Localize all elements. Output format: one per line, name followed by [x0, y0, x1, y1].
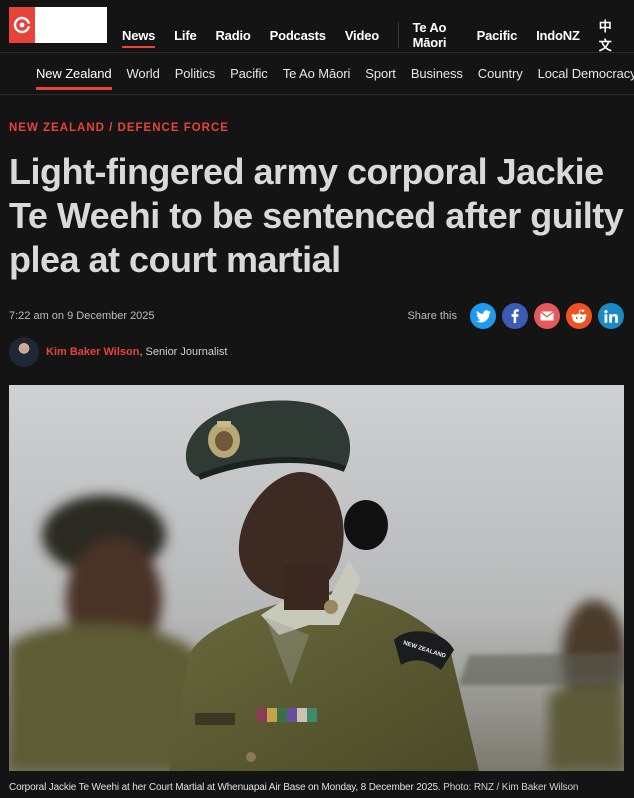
photo-credit: Photo: RNZ / Kim Baker Wilson [440, 782, 579, 793]
logo-mark-icon [9, 7, 35, 43]
nav-chinese[interactable]: 中文 [599, 16, 615, 54]
article-kicker[interactable]: NEW ZEALAND / DEFENCE FORCE [9, 122, 229, 134]
nav-separator [397, 22, 399, 48]
caption-text: Corporal Jackie Te Weehi at her Court Ma… [9, 782, 441, 793]
section-business[interactable]: Business [411, 66, 463, 81]
nav-te-ao-maori[interactable]: Te Ao Māori [413, 20, 458, 50]
nav-video[interactable]: Video [345, 28, 379, 43]
top-bar: News Life Radio Podcasts Video Te Ao Māo… [0, 0, 634, 54]
nav-radio[interactable]: Radio [215, 28, 250, 43]
divider [0, 94, 634, 95]
share-bar: Share this [407, 303, 624, 329]
twitter-icon[interactable] [470, 303, 496, 329]
article-photo[interactable]: NEW ZEALAND [9, 385, 624, 771]
nav-podcasts[interactable]: Podcasts [270, 28, 326, 43]
article-headline: Light-fingered army corporal Jackie Te W… [9, 151, 624, 280]
section-country[interactable]: Country [478, 66, 523, 81]
photo-caption: Corporal Jackie Te Weehi at her Court Ma… [9, 782, 578, 793]
section-pacific[interactable]: Pacific [230, 66, 268, 81]
section-te-ao-maori[interactable]: Te Ao Māori [283, 66, 351, 81]
section-local-democracy[interactable]: Local Democracy Rep [538, 66, 634, 81]
email-icon[interactable] [534, 303, 560, 329]
author-link[interactable]: Kim Baker Wilson [46, 346, 139, 358]
nav-life[interactable]: Life [174, 28, 197, 43]
nav-pacific[interactable]: Pacific [477, 28, 518, 43]
share-label: Share this [407, 310, 457, 322]
author-avatar [9, 337, 39, 367]
section-politics[interactable]: Politics [175, 66, 215, 81]
reddit-icon[interactable] [566, 303, 592, 329]
primary-nav: News Life Radio Podcasts Video Te Ao Māo… [122, 16, 634, 54]
section-world[interactable]: World [127, 66, 160, 81]
published-date: 7:22 am on 9 December 2025 [9, 310, 155, 322]
facebook-icon[interactable] [502, 303, 528, 329]
section-sport[interactable]: Sport [365, 66, 396, 81]
divider [0, 52, 634, 53]
section-nav: New Zealand World Politics Pacific Te Ao… [36, 66, 634, 90]
rnz-logo[interactable] [9, 7, 107, 43]
nav-news[interactable]: News [122, 28, 155, 48]
byline: Kim Baker Wilson , Senior Journalist [9, 337, 227, 367]
author-role: , Senior Journalist [139, 346, 228, 358]
section-new-zealand[interactable]: New Zealand [36, 66, 112, 90]
linkedin-icon[interactable] [598, 303, 624, 329]
nav-indonz[interactable]: IndoNZ [536, 28, 580, 43]
